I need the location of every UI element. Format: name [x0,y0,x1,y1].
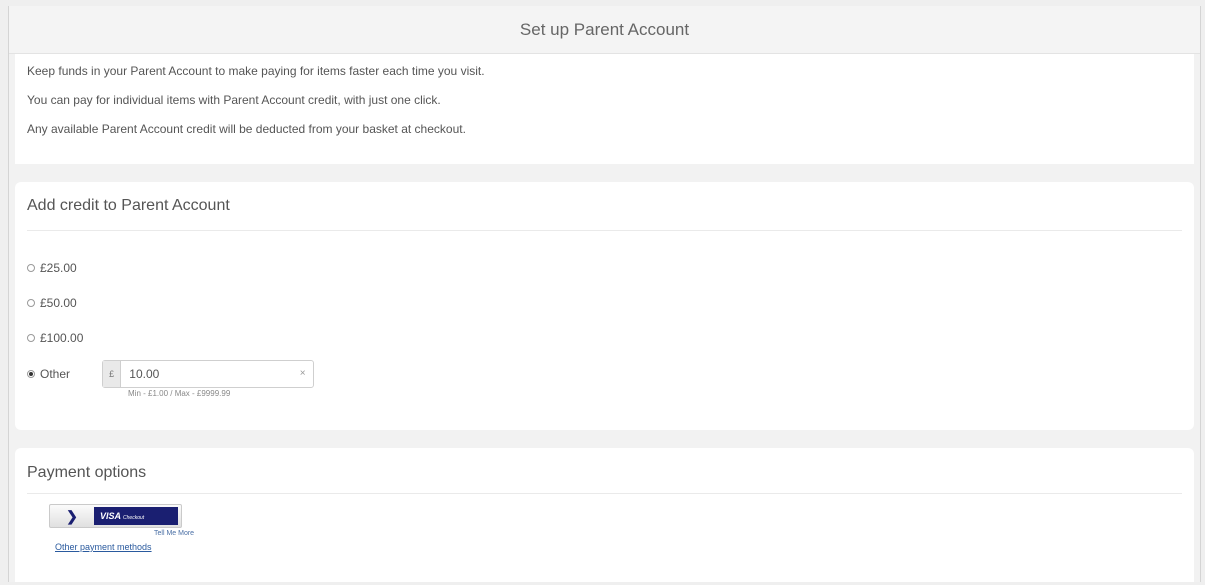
chevron-right-icon: ❯ [66,507,78,524]
add-credit-panel: Add credit to Parent Account £25.00 £50.… [15,182,1194,430]
radio-100[interactable] [27,333,35,342]
radio-other[interactable] [27,370,35,378]
page-title: Set up Parent Account [9,6,1200,54]
tell-me-more-link[interactable]: Tell Me More [154,530,1182,537]
intro-line-2: You can pay for individual items with Pa… [27,93,441,107]
other-payment-methods-link[interactable]: Other payment methods [55,542,1182,552]
other-amount-input[interactable] [121,361,293,387]
option-25[interactable]: £25.00 [27,259,1182,276]
credit-options: £25.00 £50.00 £100.00 Other £ × Min - £1… [27,231,1182,398]
payment-options-panel: Payment options ❯ VISA Checkout Tell Me M… [15,448,1194,582]
visa-checkout-button[interactable]: ❯ VISA Checkout [49,504,182,528]
option-25-label: £25.00 [40,260,77,275]
option-other[interactable]: Other £ × [27,360,1182,388]
currency-symbol: £ [103,361,122,387]
option-50[interactable]: £50.00 [27,294,1182,311]
other-amount-group: £ × [102,360,314,388]
add-credit-title: Add credit to Parent Account [27,182,1182,231]
intro-line-1: Keep funds in your Parent Account to mak… [27,64,485,78]
visa-label: VISA [100,511,122,521]
amount-hint: Min - £1.00 / Max - £9999.99 [128,389,231,398]
radio-50[interactable] [27,298,35,307]
option-100-label: £100.00 [40,330,84,345]
intro-line-3: Any available Parent Account credit will… [27,122,466,136]
option-100[interactable]: £100.00 [27,329,1182,346]
parent-account-page: Set up Parent Account Keep funds in your… [8,6,1201,582]
visa-sub-label: Checkout [123,515,145,521]
option-50-label: £50.00 [40,295,77,310]
option-other-label: Other [40,367,71,381]
clear-icon[interactable]: × [292,361,313,387]
intro-panel: Keep funds in your Parent Account to mak… [15,54,1194,164]
radio-25[interactable] [27,263,35,272]
payment-options-title: Payment options [27,448,1182,494]
visa-logo: VISA Checkout [94,507,178,525]
